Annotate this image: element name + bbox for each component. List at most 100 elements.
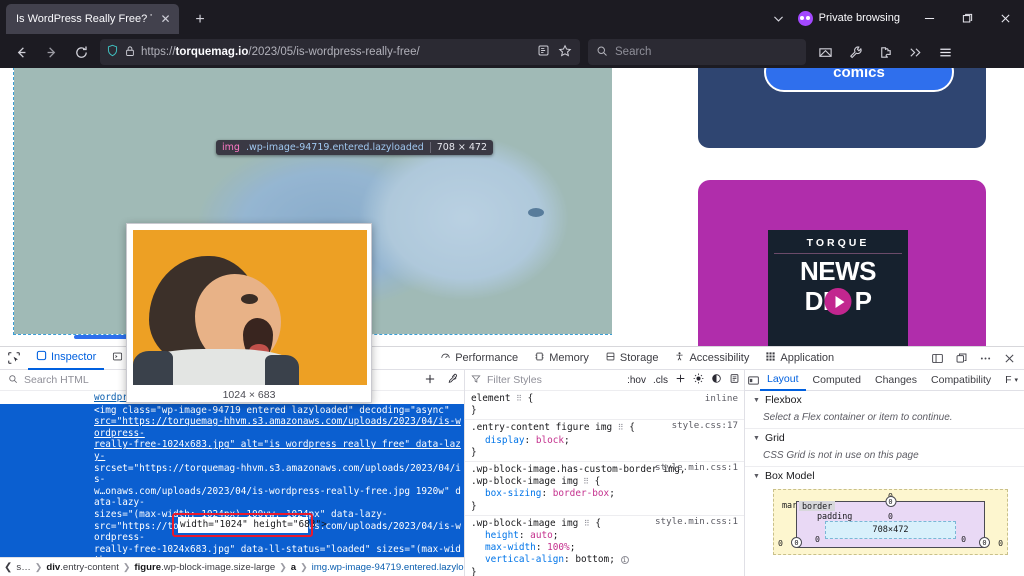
- css-rule[interactable]: .wp-block-image img ⠿ { style.min.css:1 …: [465, 515, 744, 576]
- rule-source[interactable]: inline: [705, 393, 738, 405]
- rule-selector[interactable]: .wp-block-image img: [471, 518, 578, 529]
- chevron-down-icon[interactable]: ▼: [753, 397, 760, 404]
- selected-markup-node[interactable]: <img class="wp-image-94719 entered lazyl…: [0, 404, 464, 557]
- back-icon[interactable]: [6, 39, 36, 65]
- info-icon[interactable]: i: [621, 556, 629, 564]
- margin-left-value[interactable]: 0: [778, 538, 783, 548]
- rule-source[interactable]: style.min.css:1: [655, 516, 738, 528]
- chevron-down-icon[interactable]: ▼: [753, 435, 760, 442]
- split-console-icon[interactable]: [926, 348, 948, 370]
- meatball-menu-icon[interactable]: [974, 348, 996, 370]
- css-declaration[interactable]: height: auto;: [471, 530, 738, 542]
- chevron-down-icon[interactable]: ▼: [753, 473, 760, 480]
- rules-pane: Filter Styles :hov .cls element ⠿ {: [465, 370, 745, 576]
- tab-storage[interactable]: Storage: [597, 347, 667, 370]
- css-declaration[interactable]: max-width: 100%;: [471, 542, 738, 554]
- print-media-icon[interactable]: [729, 373, 740, 387]
- lock-icon[interactable]: [124, 45, 136, 60]
- dock-position-icon[interactable]: [950, 348, 972, 370]
- border-left-value[interactable]: 0: [791, 537, 802, 548]
- section-flexbox[interactable]: ▼ Flexbox: [745, 391, 1024, 409]
- rule-twisty-icon[interactable]: ⠿: [618, 423, 624, 432]
- breadcrumb-item-selected[interactable]: img.wp-image-94719.entered.lazyloaded: [312, 562, 464, 573]
- margin-right-value[interactable]: 0: [998, 538, 1003, 548]
- breadcrumb-item[interactable]: s…: [16, 562, 30, 573]
- reader-mode-icon[interactable]: [531, 44, 556, 60]
- tab-changes[interactable]: Changes: [868, 370, 924, 391]
- rule-selector[interactable]: .wp-block-image.has-custom-border img,: [471, 464, 685, 475]
- hover-states-button[interactable]: :hov: [627, 375, 646, 386]
- address-bar[interactable]: https://torquemag.io/2023/05/is-wordpres…: [100, 39, 580, 65]
- rule-twisty-icon[interactable]: ⠿: [516, 394, 522, 403]
- tab-performance[interactable]: Performance: [432, 347, 526, 370]
- element-picker-icon[interactable]: [0, 347, 28, 370]
- close-window-button[interactable]: [986, 0, 1024, 36]
- wrench-icon[interactable]: [840, 39, 870, 65]
- plus-icon[interactable]: [424, 373, 436, 388]
- css-rule[interactable]: .entry-content figure img ⠿ { style.css:…: [465, 419, 744, 459]
- css-declaration[interactable]: box-sizing: border-box;: [471, 488, 738, 500]
- padding-left-value[interactable]: 0: [815, 534, 820, 544]
- markup-line: srcset="https://torquemag-hhvm.s3.amazon…: [0, 463, 464, 486]
- tab-computed[interactable]: Computed: [806, 370, 868, 391]
- breadcrumb-item[interactable]: a: [291, 562, 296, 573]
- new-tab-button[interactable]: +: [187, 7, 213, 33]
- hamburger-menu-icon[interactable]: [930, 39, 960, 65]
- tab-inspector[interactable]: Inspector: [28, 347, 104, 370]
- play-icon[interactable]: [825, 288, 852, 315]
- reload-icon[interactable]: [66, 39, 96, 65]
- tab-memory[interactable]: Memory: [526, 347, 597, 370]
- section-grid[interactable]: ▼ Grid: [745, 429, 1024, 447]
- shield-icon[interactable]: [106, 44, 119, 60]
- breadcrumb-scroll-left-icon[interactable]: ❮: [4, 562, 12, 573]
- css-rule[interactable]: .wp-block-image.has-custom-border img, s…: [465, 461, 744, 513]
- css-declaration[interactable]: display: block;: [471, 435, 738, 447]
- add-rule-plus-icon[interactable]: [675, 373, 686, 387]
- tab-accessibility[interactable]: Accessibility: [666, 347, 757, 370]
- rule-selector[interactable]: .entry-content figure img: [471, 422, 612, 433]
- border-top-value[interactable]: 0: [885, 496, 896, 507]
- bookmark-star-icon[interactable]: [556, 44, 574, 61]
- box-model-diagram[interactable]: margin 0 0 0 border 0 0 0 padding 0: [773, 489, 1008, 555]
- close-icon[interactable]: ✕: [158, 12, 173, 27]
- border-right-value[interactable]: 0: [979, 537, 990, 548]
- forward-icon[interactable]: [36, 39, 66, 65]
- dark-mode-icon[interactable]: [711, 373, 722, 387]
- css-rule[interactable]: element ⠿ { inline }: [465, 393, 744, 417]
- comics-card[interactable]: comics: [698, 68, 986, 148]
- rule-selector[interactable]: element: [471, 393, 511, 404]
- tab-fonts-overflow[interactable]: F ▾: [998, 370, 1024, 391]
- chevron-down-icon[interactable]: [762, 2, 796, 34]
- minimize-button[interactable]: [910, 0, 948, 36]
- maximize-restore-button[interactable]: [948, 0, 986, 36]
- sidebar-toggle-icon[interactable]: [747, 370, 760, 390]
- close-devtools-icon[interactable]: [998, 348, 1020, 370]
- rule-source[interactable]: style.css:17: [672, 420, 738, 432]
- tab-application[interactable]: Application: [757, 347, 842, 370]
- filter-styles-input[interactable]: Filter Styles: [487, 374, 542, 386]
- search-box[interactable]: Search: [588, 39, 806, 65]
- devtools-toolbar-actions: [926, 347, 1020, 370]
- padding-right-value[interactable]: 0: [961, 534, 966, 544]
- tab-compatibility[interactable]: Compatibility: [924, 370, 998, 391]
- box-model-content-size[interactable]: 708×472: [825, 521, 956, 539]
- extensions-icon[interactable]: [870, 39, 900, 65]
- breadcrumb-item[interactable]: div.entry-content: [46, 562, 119, 573]
- css-declaration[interactable]: vertical-align: bottom; i: [471, 554, 738, 566]
- breadcrumb-item[interactable]: figure.wp-block-image.size-large: [134, 562, 275, 573]
- comics-pill-button[interactable]: comics: [764, 68, 954, 92]
- eyedropper-icon[interactable]: [446, 373, 458, 388]
- rule-source[interactable]: style.min.css:1: [655, 462, 738, 474]
- newsdrop-card[interactable]: TORQUE NEWS DR P: [698, 180, 986, 346]
- classes-button[interactable]: .cls: [653, 375, 668, 386]
- padding-top-value[interactable]: 0: [888, 511, 893, 521]
- section-box-model[interactable]: ▼ Box Model: [745, 467, 1024, 485]
- rule-twisty-icon[interactable]: ⠿: [584, 519, 590, 528]
- screenshot-icon[interactable]: [810, 39, 840, 65]
- tab-layout[interactable]: Layout: [760, 370, 806, 391]
- light-mode-icon[interactable]: [693, 373, 704, 387]
- browser-tab[interactable]: Is WordPress Really Free? The Costs ✕: [6, 4, 179, 34]
- css-rules-list[interactable]: element ⠿ { inline } .entry-content figu…: [465, 391, 744, 576]
- rule-selector-second[interactable]: .wp-block-image img ⠿ {: [471, 476, 738, 488]
- overflow-chevrons-icon[interactable]: [900, 39, 930, 65]
